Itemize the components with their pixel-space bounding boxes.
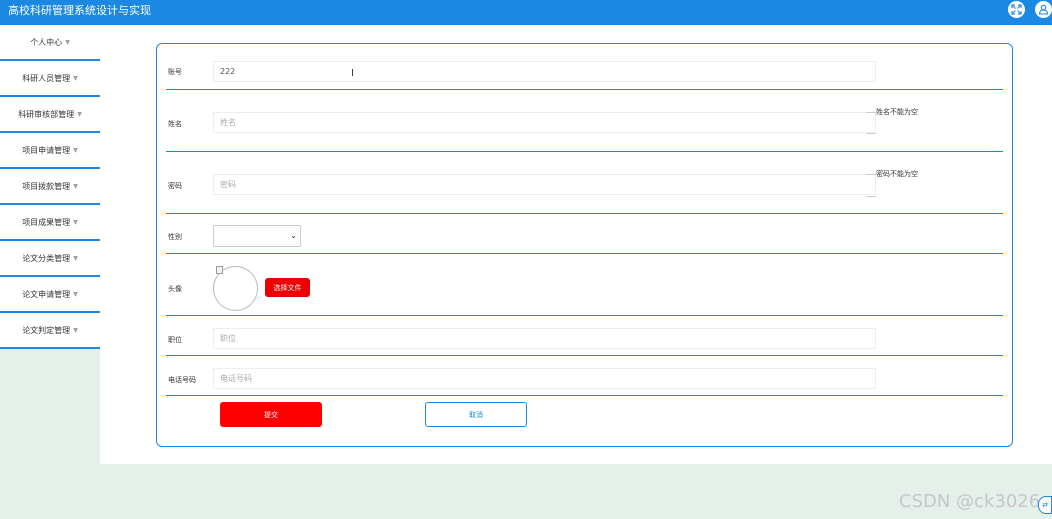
caret-down-icon: ▼ [73, 182, 78, 190]
name-label: 姓名 [168, 120, 182, 128]
submit-button[interactable]: 提交 [220, 402, 322, 427]
password-label: 密码 [168, 182, 182, 190]
sidebar-item-project-application[interactable]: 项目申请管理 ▼ [0, 133, 100, 169]
sidebar-item-label: 科研审核部管理 [18, 109, 75, 119]
top-bar: 高校科研管理系统设计与实现 [0, 0, 1052, 25]
error-connector [866, 196, 876, 197]
sidebar-item-personal-center[interactable]: 个人中心 ▼ [0, 25, 100, 61]
avatar-preview [213, 266, 258, 311]
sidebar-item-label: 科研人员管理 [22, 73, 71, 83]
sidebar-item-label: 项目申请管理 [22, 145, 71, 155]
sidebar-item-project-funding[interactable]: 项目拨款管理 ▼ [0, 169, 100, 205]
password-input[interactable] [213, 174, 876, 195]
row-divider [166, 253, 1003, 254]
caret-down-icon: ▼ [73, 74, 78, 82]
avatar-label: 头像 [168, 285, 182, 293]
caret-down-icon: ▼ [73, 218, 78, 226]
row-divider [166, 395, 1003, 396]
sidebar-item-label: 项目拨款管理 [22, 181, 71, 191]
name-input[interactable] [213, 112, 876, 133]
text-cursor-icon: I [351, 68, 354, 79]
phone-label: 电话号码 [168, 376, 196, 384]
error-connector [866, 174, 876, 175]
gender-label: 性别 [168, 233, 182, 241]
sidebar-item-label: 个人中心 [30, 37, 63, 47]
chevron-down-icon: ⌄ [290, 231, 297, 240]
corner-widget-icon[interactable]: ⇄ [1038, 496, 1052, 514]
row-divider [166, 213, 1003, 214]
sidebar-item-paper-judgment[interactable]: 论文判定管理 ▼ [0, 313, 100, 349]
error-connector [866, 112, 876, 113]
row-divider [166, 89, 1003, 90]
cancel-button[interactable]: 取消 [425, 402, 527, 427]
sidebar-item-project-results[interactable]: 项目成果管理 ▼ [0, 205, 100, 241]
caret-down-icon: ▼ [77, 110, 82, 118]
row-divider [166, 355, 1003, 356]
sidebar-item-label: 项目成果管理 [22, 217, 71, 227]
row-divider [166, 315, 1003, 316]
caret-down-icon: ▼ [73, 254, 78, 262]
choose-file-button[interactable]: 选择文件 [265, 278, 310, 297]
row-divider [166, 151, 1003, 152]
user-icon[interactable] [1035, 1, 1052, 18]
sidebar-item-label: 论文申请管理 [22, 289, 71, 299]
sidebar-item-label: 论文分类管理 [22, 253, 71, 263]
error-connector [866, 133, 876, 134]
account-label: 账号 [168, 68, 182, 76]
watermark: CSDN @ck3026 [899, 491, 1041, 512]
caret-down-icon: ▼ [65, 38, 70, 46]
position-label: 职位 [168, 336, 182, 344]
sidebar-item-label: 论文判定管理 [22, 325, 71, 335]
caret-down-icon: ▼ [73, 326, 78, 334]
position-input[interactable] [213, 328, 876, 349]
sidebar-item-review-dept-management[interactable]: 科研审核部管理 ▼ [0, 97, 100, 133]
gender-select[interactable]: ⌄ [213, 225, 301, 247]
name-error: 姓名不能为空 [876, 108, 918, 116]
fullscreen-icon[interactable] [1008, 1, 1025, 18]
caret-down-icon: ▼ [73, 146, 78, 154]
sidebar: 个人中心 ▼ 科研人员管理 ▼ 科研审核部管理 ▼ 项目申请管理 ▼ 项目拨款管理 ▼ 项… [0, 25, 100, 349]
sidebar-item-researcher-management[interactable]: 科研人员管理 ▼ [0, 61, 100, 97]
sidebar-item-paper-category[interactable]: 论文分类管理 ▼ [0, 241, 100, 277]
account-input[interactable] [213, 61, 876, 82]
caret-down-icon: ▼ [73, 290, 78, 298]
phone-input[interactable] [213, 368, 876, 389]
app-title: 高校科研管理系统设计与实现 [8, 4, 151, 17]
broken-image-icon [216, 266, 223, 274]
password-error: 密码不能为空 [876, 170, 918, 178]
sidebar-item-paper-application[interactable]: 论文申请管理 ▼ [0, 277, 100, 313]
